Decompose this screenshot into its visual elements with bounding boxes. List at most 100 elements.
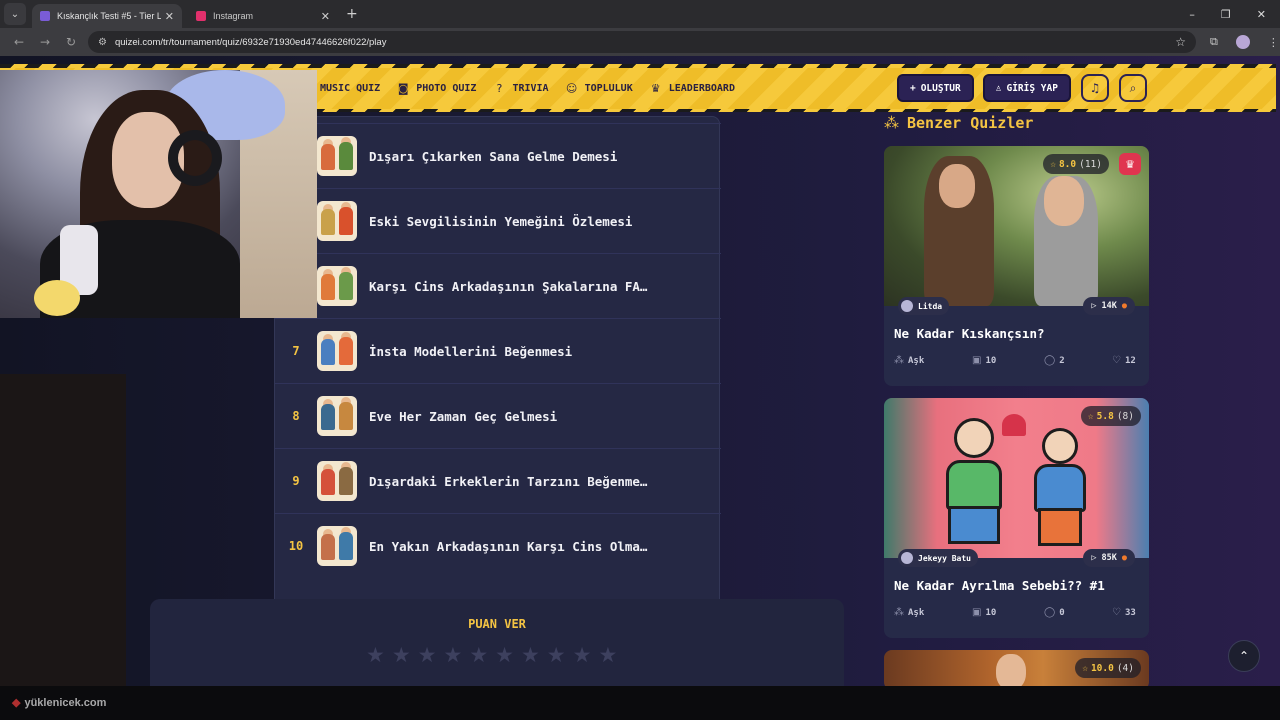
tab-instagram[interactable]: Instagram ✕ (188, 4, 338, 28)
plays-chip: ▷ 14K ● (1083, 297, 1135, 315)
star-icon[interactable]: ★ (443, 643, 462, 667)
quiz-title[interactable]: Ne Kadar Kıskançsın? (894, 326, 1139, 341)
star-icon[interactable]: ★ (392, 643, 411, 667)
nav-label: PHOTO QUIZ (416, 82, 477, 94)
url-input[interactable]: ⚙ quizei.com/tr/tournament/quiz/6932e719… (88, 31, 1196, 53)
favicon-icon (40, 11, 50, 21)
tab-title: Kıskançlık Testi #5 - Tier List, Kı (57, 11, 161, 21)
tab-active[interactable]: Kıskançlık Testi #5 - Tier List, Kı ✕ (32, 4, 182, 28)
heart-icon: ♡ (1112, 355, 1121, 366)
login-button[interactable]: ♙ GİRİŞ YAP (982, 74, 1071, 102)
close-tab-icon[interactable]: ✕ (321, 10, 330, 23)
nav-photo-quiz[interactable]: ◙ PHOTO QUIZ (396, 81, 477, 95)
search-icon[interactable]: ⌕ (1118, 74, 1147, 102)
browser-menu-icon[interactable]: ⋮ (1268, 36, 1279, 49)
create-button[interactable]: + OLUŞTUR (896, 74, 974, 102)
quiz-card[interactable]: ☆ 10.0 (4) (884, 650, 1149, 686)
new-tab-icon[interactable]: + (346, 6, 358, 22)
list-item[interactable]: 10 En Yakın Arkadaşının Karşı Cins Olma… (275, 513, 721, 578)
item-thumbnail (317, 201, 357, 241)
item-thumbnail (317, 136, 357, 176)
list-item[interactable]: Karşı Cins Arkadaşının Şakalarına FA… (275, 253, 721, 318)
star-outline-icon: ☆ (1087, 410, 1094, 422)
quiz-meta: ⁂ Aşk ▣ 10 ◯ 0 ♡ 33 (894, 607, 1139, 618)
close-tab-icon[interactable]: ✕ (165, 10, 174, 23)
nav-leaderboard[interactable]: ♛ LEADERBOARD (649, 81, 735, 95)
star-icon[interactable]: ★ (573, 643, 592, 667)
quiz-card[interactable]: ☆ 5.8 (8) Jekeyy Batu ▷ 85K ● Ne Kadar A… (884, 398, 1149, 638)
sidebar-title: ⁂ Benzer Quizler (884, 114, 1033, 132)
item-label: Dışardaki Erkeklerin Tarzını Beğenme… (369, 473, 648, 489)
trophy-icon: ♛ (650, 81, 661, 95)
nav-trivia[interactable]: ? TRIVIA (492, 81, 549, 95)
bookmark-star-icon[interactable]: ☆ (1175, 35, 1186, 49)
plus-icon: + (909, 82, 916, 94)
headset (168, 130, 222, 186)
rank-number: 9 (292, 474, 300, 488)
comment-count: ◯ 2 (1044, 355, 1112, 366)
rating-count: (4) (1116, 662, 1134, 674)
like-count[interactable]: ♡ 33 (1112, 607, 1136, 618)
quiz-card[interactable]: ☆ 8.0 (11) ♛ Litda ▷ 14K ● Ne Kadar Kısk… (884, 146, 1149, 386)
quiz-thumbnail: ☆ 5.8 (8) Jekeyy Batu ▷ 85K ● (884, 398, 1149, 567)
item-label: Karşı Cins Arkadaşının Şakalarına FA… (369, 278, 648, 294)
star-icon[interactable]: ★ (495, 643, 514, 667)
star-icon[interactable]: ★ (469, 643, 488, 667)
question-count: ▣ 10 (972, 607, 1044, 618)
item-label: Dışarı Çıkarken Sana Gelme Demesi (369, 148, 618, 164)
nav-music-quiz[interactable]: MUSIC QUIZ (320, 83, 380, 94)
notification-bell-icon[interactable]: ♫ (1080, 74, 1109, 102)
rank-number: 8 (292, 409, 300, 423)
star-icon[interactable]: ★ (418, 643, 437, 667)
plays-chip: ▷ 85K ● (1083, 549, 1135, 567)
close-window-icon[interactable]: ✕ (1257, 8, 1266, 21)
list-item[interactable]: Eski Sevgilisinin Yemeğini Özlemesi (275, 188, 721, 253)
star-icon[interactable]: ★ (598, 643, 617, 667)
back-icon[interactable]: ← (12, 35, 26, 49)
list-item[interactable]: 9 Dışardaki Erkeklerin Tarzını Beğenme… (275, 448, 721, 513)
flame-logo-icon: ◆ (12, 697, 21, 709)
reload-icon[interactable]: ↻ (64, 35, 78, 49)
item-thumbnail (317, 396, 357, 436)
play-icon: ▷ (1091, 553, 1097, 563)
author-chip[interactable]: Jekeyy Batu (898, 549, 978, 567)
star-icon[interactable]: ★ (366, 643, 385, 667)
author-name: Litda (918, 301, 943, 311)
tab-search-icon[interactable]: ⌄ (4, 3, 26, 25)
tab-title: Instagram (213, 11, 254, 21)
cluster-icon: ⁂ (884, 114, 899, 132)
nav-label: LEADERBOARD (668, 82, 735, 94)
site-info-icon[interactable]: ⚙ (98, 37, 107, 48)
star-outline-icon: ☆ (1082, 662, 1088, 674)
plays-count: 85K (1101, 553, 1117, 563)
list-item[interactable]: 8 Eve Her Zaman Geç Gelmesi (275, 383, 721, 448)
forward-icon[interactable]: → (38, 35, 52, 49)
star-icon[interactable]: ★ (547, 643, 566, 667)
ranking-list: Dışarı Çıkarken Sana Gelme Demesi Eski S… (274, 116, 721, 633)
list-item[interactable]: Dışarı Çıkarken Sana Gelme Demesi (275, 123, 721, 188)
question-count: ▣ 10 (972, 355, 1044, 366)
nav-topluluk[interactable]: ☺ TOPLULUK (565, 81, 633, 95)
extensions-icon[interactable]: ⧉ (1210, 35, 1218, 49)
plays-count: 14K (1101, 301, 1117, 311)
rating-value: 8.0 (1058, 158, 1077, 170)
scroll-to-top-button[interactable]: ⌃ (1228, 640, 1260, 672)
category-label: Aşk (908, 607, 925, 618)
star-rating[interactable]: ★ ★ ★ ★ ★ ★ ★ ★ ★ ★ (366, 643, 617, 667)
comment-count: ◯ 0 (1044, 607, 1112, 618)
minimize-icon[interactable]: – (1189, 8, 1195, 21)
comment-icon: ◯ (1044, 355, 1056, 366)
star-icon[interactable]: ★ (521, 643, 540, 667)
rating-badge: ☆ 10.0 (4) (1075, 658, 1141, 678)
profile-avatar[interactable] (1235, 35, 1250, 49)
browser-tab-bar: ⌄ Kıskançlık Testi #5 - Tier List, Kı ✕ … (0, 0, 1280, 28)
rank-number: 7 (292, 344, 300, 358)
quiz-title[interactable]: Ne Kadar Ayrılma Sebebi?? #1 (894, 578, 1139, 593)
category: ⁂ Aşk (894, 355, 972, 366)
category-label: Aşk (908, 355, 925, 366)
list-item[interactable]: 7 İnsta Modellerini Beğenmesi (275, 318, 721, 383)
quiz-thumbnail: ☆ 8.0 (11) ♛ Litda ▷ 14K ● (884, 146, 1149, 315)
author-chip[interactable]: Litda (898, 297, 950, 315)
restore-icon[interactable]: ❐ (1221, 8, 1231, 21)
like-count[interactable]: ♡ 12 (1112, 355, 1136, 366)
